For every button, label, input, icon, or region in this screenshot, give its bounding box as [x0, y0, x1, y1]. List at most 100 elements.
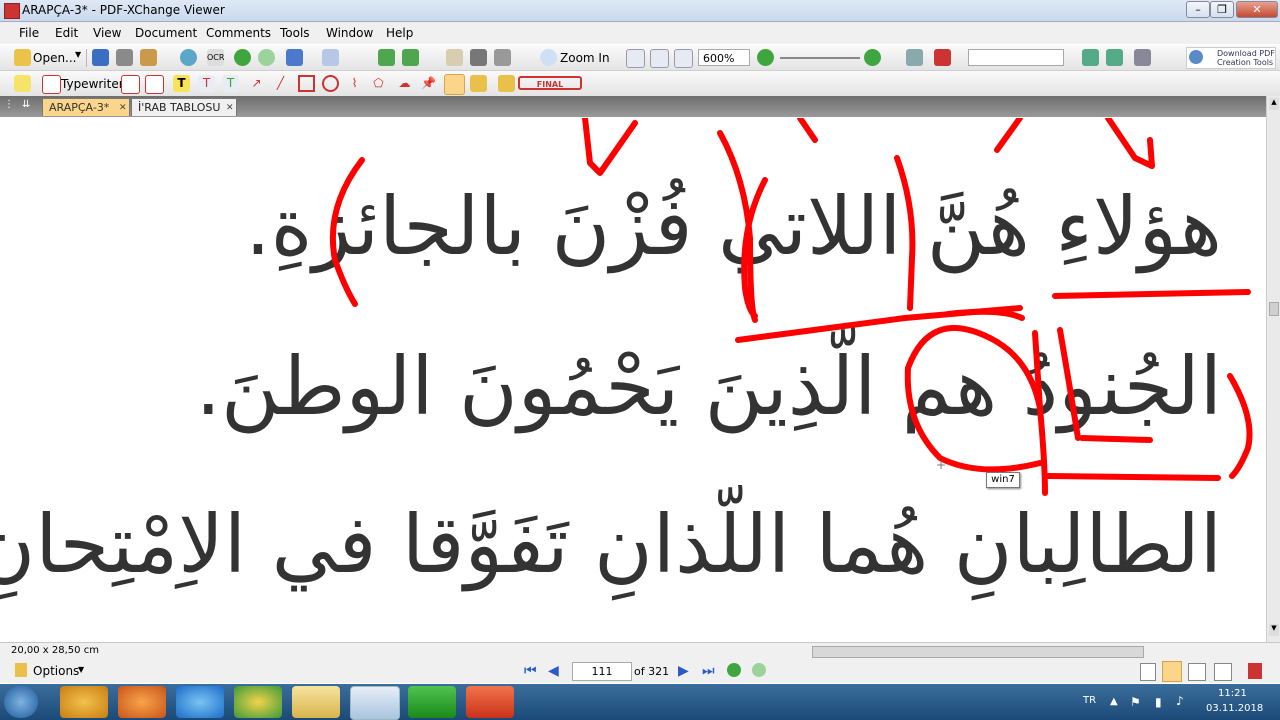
volume-icon[interactable]: ♪: [1176, 694, 1184, 708]
typewriter-button[interactable]: Typewriter: [61, 77, 124, 91]
scroll-down-icon[interactable]: ▼: [1269, 624, 1279, 636]
scroll-thumb[interactable]: [1269, 302, 1279, 316]
taskbar-recorder-icon[interactable]: [466, 686, 514, 718]
find-icon[interactable]: [906, 49, 923, 66]
open-icon[interactable]: [14, 49, 31, 66]
taskbar-pdfxchange-icon[interactable]: [350, 686, 400, 720]
taskbar-chrome-icon[interactable]: [234, 686, 282, 718]
menu-view[interactable]: View: [93, 26, 121, 40]
save-icon[interactable]: [92, 49, 109, 66]
close-button[interactable]: ✕: [1236, 1, 1278, 18]
ocr-icon[interactable]: OCR: [207, 49, 224, 66]
tools-icon[interactable]: [1134, 49, 1151, 66]
underline-icon[interactable]: T: [222, 75, 239, 92]
document-page[interactable]: هؤلاءِ هُنَّ اللاتي فُزْنَ بالجائزةِ. ال…: [0, 118, 1266, 642]
tray-expand-icon[interactable]: ▲: [1110, 696, 1118, 707]
back-icon[interactable]: [234, 49, 251, 66]
polyline-icon[interactable]: ⌇: [346, 75, 363, 92]
pdf-icon[interactable]: [1248, 663, 1262, 679]
options-button[interactable]: Options: [33, 664, 79, 678]
note-icon[interactable]: [14, 75, 31, 92]
pin-icon[interactable]: 📌: [420, 75, 437, 92]
taskbar-ie-icon[interactable]: [176, 686, 224, 718]
fit-width-icon[interactable]: [674, 49, 693, 68]
clock-time[interactable]: 11:21: [1218, 688, 1247, 699]
taskbar-explorer-icon[interactable]: [292, 686, 340, 718]
horizontal-scrollbar[interactable]: [812, 646, 1144, 658]
print-icon[interactable]: [116, 49, 133, 66]
tab-list-icon[interactable]: ⋮: [4, 99, 16, 113]
scan-icon[interactable]: [140, 49, 157, 66]
select-tool-icon[interactable]: [494, 49, 511, 66]
fit-page-icon[interactable]: [650, 49, 669, 68]
actual-size-icon[interactable]: [626, 49, 645, 68]
tab-irab-tablosu[interactable]: İ'RAB TABLOSU ✕: [131, 98, 237, 116]
zoom-in-button[interactable]: Zoom In: [560, 51, 610, 65]
menu-comments[interactable]: Comments: [206, 26, 271, 40]
minimize-button[interactable]: –: [1186, 1, 1210, 18]
zoom-slider[interactable]: [780, 57, 860, 59]
clock-date[interactable]: 03.11.2018: [1206, 703, 1263, 714]
strikeout-icon[interactable]: T: [198, 75, 215, 92]
next-page-icon[interactable]: ▶: [678, 663, 689, 679]
menu-edit[interactable]: Edit: [55, 26, 78, 40]
start-button[interactable]: [4, 686, 38, 718]
maximize-button[interactable]: ❐: [1210, 1, 1234, 18]
continuous-facing-icon[interactable]: [1214, 663, 1232, 681]
nav-forward-icon[interactable]: [752, 663, 766, 677]
menu-document[interactable]: Document: [135, 26, 197, 40]
redo-icon[interactable]: [322, 49, 339, 66]
first-page-icon[interactable]: ⏮: [524, 663, 537, 679]
stamp-final[interactable]: FINAL: [518, 76, 582, 90]
facing-page-icon[interactable]: [1188, 663, 1206, 681]
line-icon[interactable]: ╱: [272, 75, 289, 92]
polygon-icon[interactable]: ⬠: [370, 75, 387, 92]
last-page-icon[interactable]: ⏭: [702, 663, 715, 679]
snapshot-icon[interactable]: [470, 49, 487, 66]
spell-icon[interactable]: [934, 49, 951, 66]
zoom-plus-icon[interactable]: [864, 49, 881, 66]
stamp-tool-icon[interactable]: [498, 75, 515, 92]
nav-back-icon[interactable]: [727, 663, 741, 677]
tab-close-icon[interactable]: ✕: [226, 99, 234, 117]
menu-tools[interactable]: Tools: [280, 26, 310, 40]
pencil-tool-icon[interactable]: [444, 74, 465, 95]
prev-page-icon[interactable]: ◀: [548, 663, 559, 679]
single-page-icon[interactable]: [1140, 663, 1156, 681]
open-button[interactable]: Open...: [33, 51, 77, 65]
tab-arapca-3[interactable]: ARAPÇA-3* ✕: [42, 98, 130, 116]
email-icon[interactable]: [180, 49, 197, 66]
hand-tool-icon[interactable]: [446, 49, 463, 66]
typewriter-icon[interactable]: [42, 75, 61, 94]
page-number-input[interactable]: 111: [572, 662, 632, 681]
textbox-icon[interactable]: [121, 75, 140, 94]
vertical-scrollbar[interactable]: ▲ ▼: [1266, 96, 1280, 642]
continuous-page-icon[interactable]: [1162, 661, 1182, 682]
download-pdf-button[interactable]: Download PDF Creation Tools: [1186, 47, 1276, 69]
arrow-icon[interactable]: ↗: [248, 75, 265, 92]
rectangle-icon[interactable]: [298, 75, 315, 92]
language-indicator[interactable]: TR: [1083, 695, 1096, 706]
eraser-icon[interactable]: [470, 75, 487, 92]
pages-icon[interactable]: [402, 49, 419, 66]
tab-close-icon[interactable]: ✕: [119, 99, 127, 117]
undo-icon[interactable]: [286, 49, 303, 66]
action-center-icon[interactable]: ⚑: [1130, 695, 1141, 709]
menu-file[interactable]: File: [19, 26, 39, 40]
scroll-up-icon[interactable]: ▲: [1269, 98, 1279, 110]
zoom-in-icon[interactable]: [540, 49, 557, 66]
highlight-text-icon[interactable]: T: [173, 75, 190, 92]
zoom-level-select[interactable]: 600%: [698, 49, 750, 66]
taskbar-camtasia-icon[interactable]: [408, 686, 456, 718]
open-dropdown-icon[interactable]: ▼: [75, 50, 81, 59]
taskbar-browser-icon[interactable]: [118, 686, 166, 718]
network-icon[interactable]: ▮: [1155, 695, 1162, 709]
menu-window[interactable]: Window: [326, 26, 373, 40]
tab-scroll-icon[interactable]: ⇊: [22, 99, 36, 113]
taskbar-media-icon[interactable]: [60, 686, 108, 718]
search-next-icon[interactable]: [1082, 49, 1099, 66]
forward-icon[interactable]: [258, 49, 275, 66]
cloud-icon[interactable]: ☁: [396, 75, 413, 92]
options-dropdown-icon[interactable]: ▼: [78, 665, 84, 674]
rotate-icon[interactable]: [378, 49, 395, 66]
